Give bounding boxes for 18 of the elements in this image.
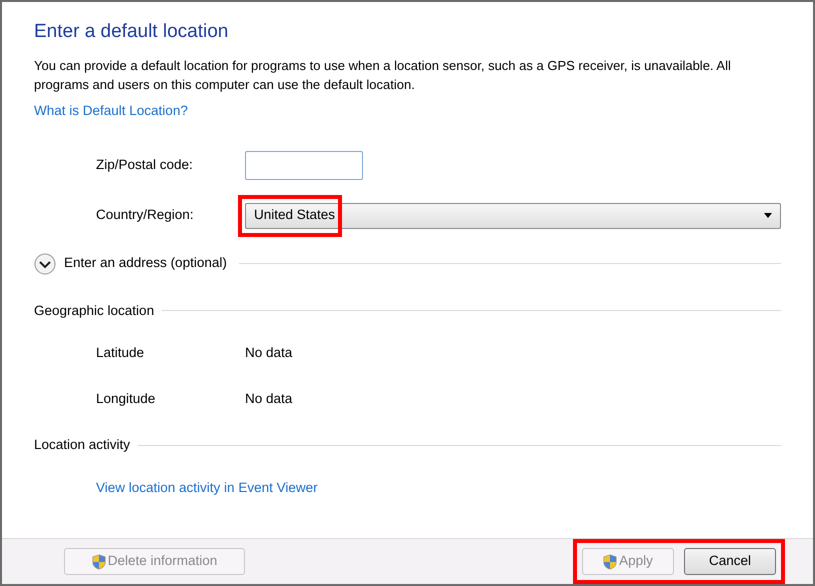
field-label: Zip/Postal code: (95, 156, 194, 174)
country-dropdown[interactable]: United States (245, 202, 781, 228)
field-label: Longitude (95, 390, 156, 408)
section-heading: Location activity (34, 436, 130, 454)
description-text: You can provide a default location for programs to use when a location sensor, such as a GPS receiver, is unavailable. All programs and users on this computer can use the default location. (34, 56, 732, 94)
field-value: No data (245, 344, 292, 362)
help-link[interactable]: What is Default Location? (34, 100, 188, 121)
zip-input-field[interactable] (245, 151, 363, 180)
event-viewer-link[interactable]: View location activity in Event Viewer (96, 478, 318, 498)
field-label: Country/Region: (95, 206, 195, 224)
field-value: No data (245, 390, 292, 408)
cancel-button[interactable]: Cancel (684, 548, 776, 575)
section-heading: Geographic location (34, 302, 154, 320)
caret-icon (764, 213, 772, 218)
expand-button[interactable] (34, 252, 56, 274)
field-label: Latitude (95, 344, 146, 362)
section-label: Enter an address (optional) (64, 254, 227, 272)
page-title: Enter a default location (34, 20, 230, 44)
